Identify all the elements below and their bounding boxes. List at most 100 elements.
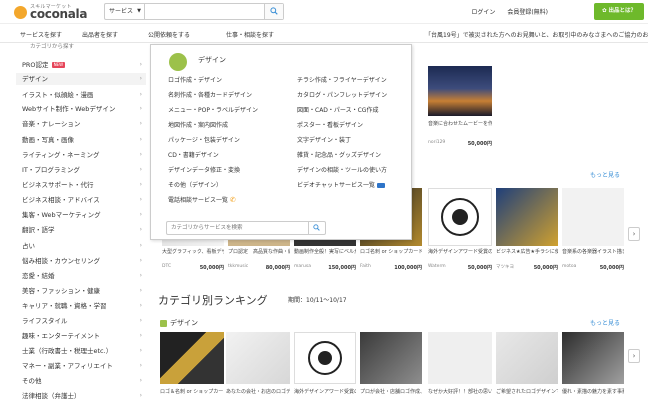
ranking-card[interactable]: なぜか大好評！！部社の思い出ロゴに	[428, 332, 492, 402]
sidebar-item-beauty[interactable]: 美容・ファッション・健康 ›	[16, 285, 146, 297]
sidebar-item-love[interactable]: 恋愛・結婚 ›	[16, 270, 146, 282]
flyout-link[interactable]: メニュー・POP・ラベルデザイン	[168, 105, 258, 114]
sidebar-item-fortune[interactable]: 占い ›	[16, 240, 146, 252]
sidebar-item-label: イラスト・似顔絵・漫画	[22, 91, 94, 99]
flyout-link-video[interactable]: ビデオチャットサービス一覧	[297, 180, 385, 189]
service-title: ビジネス★広告★手ラシに使える	[496, 249, 558, 255]
nav-find-services[interactable]: サービスを探す	[20, 30, 62, 39]
service-card[interactable]: 音楽系の各楽器イラスト描きます書籍・ motoa 50,000円	[562, 188, 624, 272]
chevron-right-icon: ›	[139, 332, 142, 339]
flyout-link[interactable]: ポスター・看板デザイン	[297, 120, 363, 129]
sidebar-item-label: 恋愛・結婚	[22, 272, 55, 280]
sidebar-item-label: 士業（行政書士・税理士etc.）	[22, 347, 113, 355]
service-title: ロゴ名刺 or ショップカード等を…	[360, 249, 422, 255]
service-price: 50,000円	[599, 265, 624, 271]
flyout-link-phone[interactable]: 電話相談サービス一覧 ✆	[168, 195, 236, 204]
sidebar-item-video[interactable]: 動画・写真・画像 ›	[16, 134, 146, 146]
service-title: ロゴ＆名刺 or ショップカード等を…	[160, 389, 224, 395]
sidebar-item-it[interactable]: IT・プログラミング ›	[16, 164, 146, 176]
ranking-card[interactable]: 優れ・素描の魅力を素す事務くデザイン致し	[562, 332, 624, 402]
search-button[interactable]	[264, 4, 283, 19]
sidebar-item-label: キャリア・就職・資格・学習	[22, 302, 107, 310]
chevron-down-icon: ▼	[137, 8, 141, 14]
carousel-next-button[interactable]: ›	[628, 227, 640, 241]
sidebar-item-music[interactable]: 音楽・ナレーション ›	[16, 118, 146, 130]
flyout-link-label: ビデオチャットサービス一覧	[297, 182, 375, 189]
signup-link[interactable]: 会員登録(無料)	[507, 9, 548, 16]
ranking-card[interactable]: 海外デザインアワード受賞のプロがロゴデ	[294, 332, 356, 402]
ranking-card[interactable]: あなたの会社・お店のロゴデザイン作ります	[226, 332, 290, 402]
flyout-link[interactable]: その他（デザイン）	[168, 180, 222, 189]
sidebar-item-label: Webサイト制作・Webデザイン	[22, 105, 116, 113]
flyout-link[interactable]: パッケージ・包装デザイン	[168, 135, 240, 144]
search-category-select[interactable]: サービス ▼	[105, 4, 145, 19]
sidebar-item-pro[interactable]: PRO認定 NEW ›	[16, 59, 146, 71]
service-thumbnail	[496, 188, 558, 246]
flyout-link[interactable]: ロゴ作成・デザイン	[168, 75, 222, 84]
sidebar-item-counseling[interactable]: 悩み相談・カウンセリング ›	[16, 255, 146, 267]
sell-info-button[interactable]: ✿ 出品とは？	[594, 3, 644, 20]
flyout-link[interactable]: デザインデータ修正・変換	[168, 165, 240, 174]
ranking-card[interactable]: ロゴ＆名刺 or ショップカード等を…	[160, 332, 224, 402]
search-category-label: サービス	[109, 8, 134, 15]
flyout-link[interactable]: 地図作成・案内図作成	[168, 120, 228, 129]
chevron-right-icon: ›	[139, 151, 142, 158]
sidebar-item-writing[interactable]: ライティング・ネーミング ›	[16, 149, 146, 161]
sidebar-item-lifestyle[interactable]: ライフスタイル ›	[16, 315, 146, 327]
chevron-right-icon: ›	[139, 257, 142, 264]
flyout-link[interactable]: 文字デザイン・装丁	[297, 135, 351, 144]
sidebar-item-label: デザイン	[22, 75, 48, 83]
flyout-link[interactable]: 雑貨・記念品・グッズデザイン	[297, 150, 381, 159]
sidebar-item-shigyo[interactable]: 士業（行政書士・税理士etc.） ›	[16, 345, 146, 357]
flyout-link[interactable]: カタログ・パンフレットデザイン	[297, 90, 387, 99]
sidebar-item-legal[interactable]: 法律相談（弁護士） ›	[16, 390, 146, 402]
ranking-card[interactable]: ご希望されたロゴデザインでイメージ強化を	[496, 332, 558, 402]
service-thumbnail	[428, 66, 492, 116]
sidebar-item-money[interactable]: マネー・副業・アフィリエイト ›	[16, 360, 146, 372]
chevron-right-icon: ›	[139, 75, 142, 82]
sidebar-item-translation[interactable]: 翻訳・語学 ›	[16, 224, 146, 236]
flyout-link[interactable]: デザインの相談・ツールの使い方	[297, 165, 387, 174]
service-card[interactable]: 海外デザインアワード受賞のプロがロゴを Waterm 50,000円	[428, 188, 492, 272]
login-link[interactable]: ログイン	[471, 9, 495, 16]
sidebar-item-other[interactable]: その他 ›	[16, 375, 146, 387]
flyout-link[interactable]: CD・書籍デザイン	[168, 150, 219, 159]
more-link[interactable]: もっと見る	[590, 318, 620, 327]
search-input[interactable]	[145, 4, 265, 19]
sidebar-item-label: マネー・副業・アフィリエイト	[22, 362, 113, 370]
more-link[interactable]: もっと見る	[590, 170, 620, 179]
service-card[interactable]: ビジネス★広告★手ラシに使える マツキヨ 50,000円	[496, 188, 558, 272]
service-price: 150,000円	[328, 265, 356, 271]
service-card[interactable]: 音楽に合わせたムービーを作成します nori129 50,000円	[428, 66, 492, 147]
flyout-title: デザイン	[198, 56, 226, 64]
service-title: あなたの会社・お店のロゴデザイン作ります	[226, 389, 290, 395]
sidebar-item-web[interactable]: Webサイト制作・Webデザイン ›	[16, 103, 146, 115]
flyout-link[interactable]: 名刺作成・各種カードデザイン	[168, 90, 252, 99]
sidebar-item-career[interactable]: キャリア・就職・資格・学習 ›	[16, 300, 146, 312]
nav-find-jobs[interactable]: 仕事・相談を探す	[226, 30, 274, 39]
nav-find-sellers[interactable]: 出品者を探す	[82, 30, 118, 39]
sidebar-item-biz-support[interactable]: ビジネスサポート・代行 ›	[16, 179, 146, 191]
sidebar-item-marketing[interactable]: 集客・Webマーケティング ›	[16, 209, 146, 221]
sidebar-item-illustration[interactable]: イラスト・似顔絵・漫画 ›	[16, 89, 146, 101]
carousel-next-button[interactable]: ›	[628, 349, 640, 363]
new-badge: NEW	[51, 62, 66, 68]
ranking-card[interactable]: プロが会社・店舗ロゴ作成、チームエンブレ	[360, 332, 422, 402]
flyout-link[interactable]: 図面・CAD・パース・CG作成	[297, 105, 378, 114]
coconala-logo[interactable]: スキルマーケット coconala	[14, 4, 99, 21]
sidebar-item-biz-advice[interactable]: ビジネス相談・アドバイス ›	[16, 194, 146, 206]
service-title: 動画制作全般！実写にベルから5NS用まで	[294, 249, 356, 255]
sidebar-item-design[interactable]: デザイン ›	[16, 73, 146, 85]
typhoon-notice-link[interactable]: 「台風19号」で被災された方へのお見舞いと、お取引中のみなさまへのご協力のお願い	[425, 30, 648, 39]
sidebar-item-hobby[interactable]: 趣味・エンターテイメント ›	[16, 330, 146, 342]
seller-name: tkkmusic	[228, 264, 249, 269]
flyout-search-input[interactable]	[171, 222, 301, 234]
chevron-right-icon: ›	[139, 166, 142, 173]
flyout-link[interactable]: チラシ作成・フライヤーデザイン	[297, 75, 387, 84]
service-price: 80,000円	[265, 265, 290, 271]
chevron-right-icon: ›	[632, 352, 636, 360]
service-thumbnail	[160, 332, 224, 384]
flyout-search-button[interactable]	[308, 222, 325, 234]
seller-name: nori129	[428, 140, 446, 145]
nav-post-request[interactable]: 公開依頼をする	[148, 30, 190, 39]
